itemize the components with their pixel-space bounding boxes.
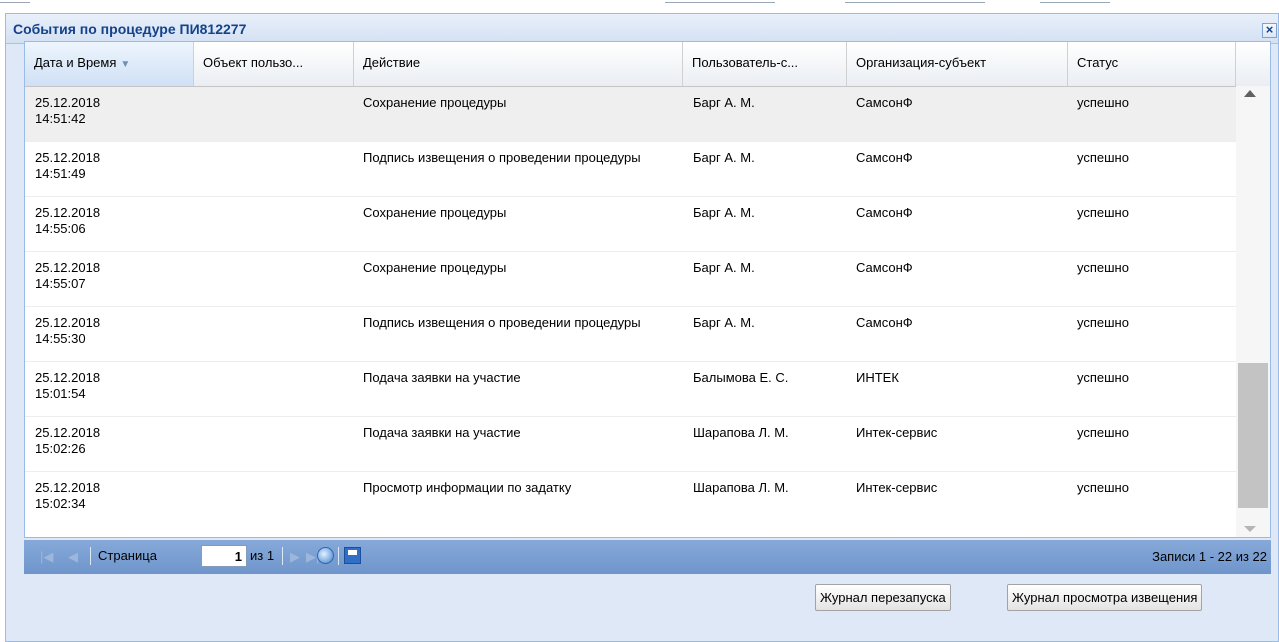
prev-page-icon[interactable]: ◀	[68, 549, 78, 565]
row-org: СамсонФ	[856, 150, 913, 165]
grid-header: Дата и Время ▼ Объект пользо... Действие …	[25, 42, 1270, 87]
row-org: ИНТЕК	[856, 370, 899, 385]
row-date: 25.12.2018	[35, 260, 101, 275]
table-row[interactable]: 25.12.2018 14:51:42 Сохранение процедуры …	[25, 87, 1236, 142]
row-date: 25.12.2018	[35, 480, 101, 495]
row-org: Интек-сервис	[856, 480, 938, 495]
row-date: 25.12.2018	[35, 150, 101, 165]
page-count-label: из 1	[250, 548, 275, 563]
scroll-up-icon[interactable]	[1244, 90, 1256, 97]
column-header-user[interactable]: Пользователь-с...	[683, 42, 847, 86]
row-time: 14:55:30	[35, 331, 86, 346]
notice-view-log-button[interactable]: Журнал просмотра извещения	[1007, 584, 1203, 611]
column-header-datetime[interactable]: Дата и Время ▼	[25, 42, 194, 86]
column-label: Действие	[363, 55, 421, 70]
row-date: 25.12.2018	[35, 425, 101, 440]
row-user: Шарапова Л. М.	[693, 425, 789, 440]
row-status: успешно	[1077, 205, 1129, 220]
column-header-object[interactable]: Объект пользо...	[194, 42, 354, 86]
paging-toolbar: |◀ ◀ Страница из 1 ▶ ▶| Записи 1 - 22 из…	[24, 540, 1271, 574]
row-date: 25.12.2018	[35, 205, 101, 220]
next-page-icon[interactable]: ▶	[290, 549, 300, 565]
column-label: Статус	[1077, 55, 1119, 70]
row-status: успешно	[1077, 425, 1129, 440]
row-user: Барг А. М.	[693, 205, 755, 220]
dialog-header: События по процедуре ПИ812277 ×	[6, 14, 1278, 44]
background-window	[0, 0, 1279, 12]
column-header-action[interactable]: Действие	[354, 42, 683, 86]
sort-desc-icon: ▼	[120, 59, 131, 70]
row-status: успешно	[1077, 480, 1129, 495]
table-row[interactable]: 25.12.2018 15:02:34 Просмотр информации п…	[25, 472, 1236, 527]
row-status: успешно	[1077, 315, 1129, 330]
row-action: Подпись извещения о проведении процедуры	[363, 315, 641, 330]
table-row[interactable]: 25.12.2018 14:55:06 Сохранение процедуры …	[25, 197, 1236, 252]
save-icon[interactable]	[344, 547, 361, 564]
table-row[interactable]: 25.12.2018 14:55:30 Подпись извещения о п…	[25, 307, 1236, 362]
page-label: Страница	[98, 548, 157, 563]
row-user: Шарапова Л. М.	[693, 480, 789, 495]
close-icon[interactable]: ×	[1262, 23, 1277, 38]
restart-log-button[interactable]: Журнал перезапуска	[815, 584, 951, 611]
row-status: успешно	[1077, 260, 1129, 275]
refresh-icon[interactable]	[317, 547, 334, 564]
row-user: Балымова Е. С.	[693, 370, 789, 385]
row-action: Просмотр информации по задатку	[363, 480, 572, 495]
row-action: Подача заявки на участие	[363, 370, 521, 385]
row-time: 15:02:26	[35, 441, 86, 456]
row-status: успешно	[1077, 95, 1129, 110]
separator	[338, 547, 339, 565]
table-row[interactable]: 25.12.2018 15:02:26 Подача заявки на учас…	[25, 417, 1236, 472]
row-org: СамсонФ	[856, 95, 913, 110]
table-row[interactable]: 25.12.2018 14:55:07 Сохранение процедуры …	[25, 252, 1236, 307]
page-number-input[interactable]	[201, 545, 247, 567]
column-header-org[interactable]: Организация-субъект	[847, 42, 1068, 86]
table-row[interactable]: 25.12.2018 15:01:54 Подача заявки на учас…	[25, 362, 1236, 417]
row-status: успешно	[1077, 370, 1129, 385]
row-date: 25.12.2018	[35, 315, 101, 330]
scrollbar-thumb[interactable]	[1238, 363, 1268, 508]
column-label: Дата и Время	[34, 55, 117, 70]
row-user: Барг А. М.	[693, 95, 755, 110]
row-action: Сохранение процедуры	[363, 95, 507, 110]
separator	[282, 547, 283, 565]
scroll-down-icon[interactable]	[1244, 526, 1256, 532]
row-action: Сохранение процедуры	[363, 260, 507, 275]
row-date: 25.12.2018	[35, 95, 101, 110]
dialog-title: События по процедуре ПИ812277	[13, 21, 247, 37]
row-action: Сохранение процедуры	[363, 205, 507, 220]
row-time: 14:51:42	[35, 111, 86, 126]
column-header-spacer	[1236, 42, 1270, 86]
vertical-scrollbar[interactable]	[1236, 86, 1270, 537]
records-count: Записи 1 - 22 из 22	[1152, 549, 1267, 564]
row-date: 25.12.2018	[35, 370, 101, 385]
row-time: 14:55:06	[35, 221, 86, 236]
table-row[interactable]: 25.12.2018 14:51:49 Подпись извещения о п…	[25, 142, 1236, 197]
row-time: 14:51:49	[35, 166, 86, 181]
row-time: 15:01:54	[35, 386, 86, 401]
row-org: Интек-сервис	[856, 425, 938, 440]
separator	[90, 547, 91, 565]
row-status: успешно	[1077, 150, 1129, 165]
events-grid: Дата и Время ▼ Объект пользо... Действие …	[24, 41, 1271, 538]
row-org: СамсонФ	[856, 260, 913, 275]
row-org: СамсонФ	[856, 315, 913, 330]
row-user: Барг А. М.	[693, 315, 755, 330]
row-org: СамсонФ	[856, 205, 913, 220]
row-time: 14:55:07	[35, 276, 86, 291]
column-header-status[interactable]: Статус	[1068, 42, 1236, 86]
row-user: Барг А. М.	[693, 260, 755, 275]
column-label: Объект пользо...	[203, 55, 304, 70]
row-action: Подпись извещения о проведении процедуры	[363, 150, 641, 165]
column-label: Организация-субъект	[856, 55, 987, 70]
row-user: Барг А. М.	[693, 150, 755, 165]
first-page-icon[interactable]: |◀	[40, 549, 53, 565]
column-label: Пользователь-с...	[692, 55, 799, 70]
row-action: Подача заявки на участие	[363, 425, 521, 440]
row-time: 15:02:34	[35, 496, 86, 511]
